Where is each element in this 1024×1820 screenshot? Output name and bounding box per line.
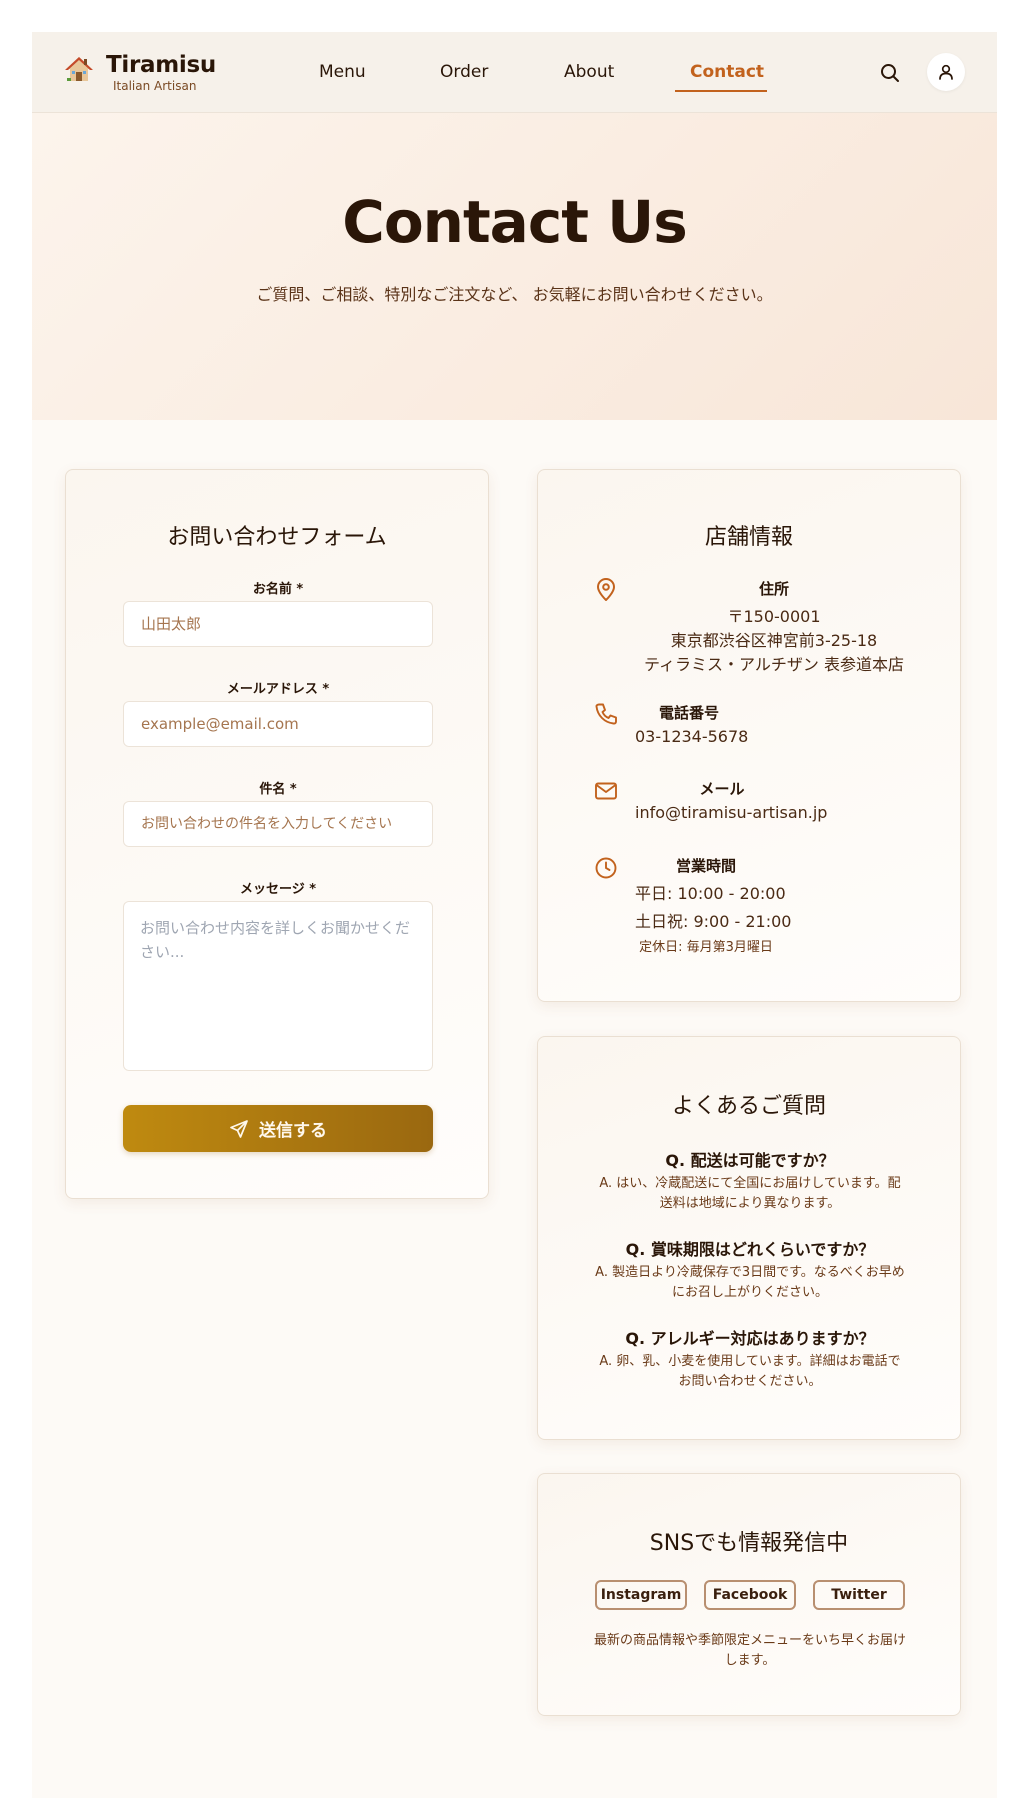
message-label: メッセージ * [239, 882, 317, 897]
house-icon [65, 57, 93, 81]
phone-icon [595, 703, 617, 725]
brand-name[interactable]: Tiramisu [106, 52, 216, 78]
store-info-card: 店舗情報 住所 〒150-0001 東京都渋谷区神宮前3-25-18 ティラミス… [537, 469, 961, 1002]
address-store: ティラミス・アルチザン 表参道本店 [644, 655, 904, 674]
nav-active-indicator [675, 90, 767, 92]
page-title: Contact Us [342, 188, 688, 256]
phone-label: 電話番号 [658, 704, 719, 722]
sns-note: 最新の商品情報や季節限定メニューをいち早くお届けします。 [593, 1633, 906, 1668]
send-icon [230, 1119, 248, 1138]
hours-label: 営業時間 [675, 857, 736, 875]
user-icon [939, 64, 953, 80]
nav-item-menu[interactable]: Menu [319, 62, 366, 82]
sns-title: SNSでも情報発信中 [649, 1531, 849, 1556]
email-label: メールアドレス * [226, 682, 330, 697]
nav-item-contact[interactable]: Contact [690, 62, 764, 82]
hours-weekday: 平日: 10:00 - 20:00 [635, 884, 786, 903]
submit-button[interactable]: 送信する [123, 1105, 433, 1152]
faq-card: よくあるご質問 Q. 配送は可能ですか？ A. はい、冷蔵配送にて全国にお届けし… [537, 1036, 961, 1440]
map-pin-icon [597, 578, 615, 601]
name-label: お名前 * [252, 582, 304, 597]
subject-label: 件名 * [259, 782, 297, 797]
sns-card: SNSでも情報発信中 Instagram Facebook Twitter 最新… [537, 1473, 961, 1716]
instagram-button[interactable]: Instagram [595, 1580, 687, 1610]
clock-icon [595, 857, 617, 879]
twitter-button[interactable]: Twitter [813, 1580, 905, 1610]
hero-section: Contact Us ご質問、ご相談、特別なご注文など、 お気軽にお問い合わせく… [32, 113, 997, 420]
search-icon[interactable] [877, 60, 903, 86]
name-input[interactable] [123, 601, 433, 647]
contact-form-card: お問い合わせフォーム お名前 * メールアドレス * 件名 * メッセージ * … [65, 469, 489, 1199]
user-account-button[interactable] [927, 53, 965, 91]
message-textarea[interactable] [123, 901, 433, 1071]
page: Tiramisu Italian Artisan Menu Order Abou… [32, 32, 997, 1798]
nav-item-order[interactable]: Order [440, 62, 488, 82]
email-input[interactable] [123, 701, 433, 747]
nav-item-about[interactable]: About [564, 62, 614, 82]
submit-label: 送信する [259, 1121, 327, 1140]
subject-input[interactable] [123, 801, 433, 847]
faq-question: Q. アレルギー対応はありますか？ [625, 1329, 875, 1348]
hours-weekend: 土日祝: 9:00 - 21:00 [635, 912, 792, 931]
address-label: 住所 [758, 580, 789, 598]
facebook-button[interactable]: Facebook [704, 1580, 796, 1610]
mail-icon [595, 782, 617, 800]
phone-value[interactable]: 03-1234-5678 [635, 727, 748, 746]
faq-answer: A. 製造日より冷蔵保存で3日間です。なるべくお早めにお召し上がりください。 [595, 1265, 905, 1300]
faq-title: よくあるご質問 [671, 1094, 826, 1119]
store-info-title: 店舗情報 [704, 525, 793, 550]
site-header: Tiramisu Italian Artisan Menu Order Abou… [32, 32, 997, 113]
faq-answer: A. 卵、乳、小麦を使用しています。詳細はお電話でお問い合わせください。 [599, 1354, 901, 1389]
hours-closed: 定休日: 毎月第3月曜日 [639, 940, 773, 955]
address-street: 東京都渋谷区神宮前3-25-18 [670, 631, 878, 650]
form-title: お問い合わせフォーム [167, 525, 387, 550]
page-subtitle: ご質問、ご相談、特別なご注文など、 お気軽にお問い合わせください。 [256, 285, 773, 304]
email-value[interactable]: info@tiramisu-artisan.jp [635, 803, 827, 822]
email-label-info: メール [699, 780, 745, 798]
faq-answer: A. はい、冷蔵配送にて全国にお届けしています。配送料は地域により異なります。 [599, 1176, 901, 1211]
faq-question: Q. 配送は可能ですか？ [665, 1151, 835, 1170]
brand-tagline: Italian Artisan [113, 79, 197, 93]
address-postal: 〒150-0001 [727, 607, 821, 626]
faq-question: Q. 賞味期限はどれくらいですか？ [625, 1240, 875, 1259]
